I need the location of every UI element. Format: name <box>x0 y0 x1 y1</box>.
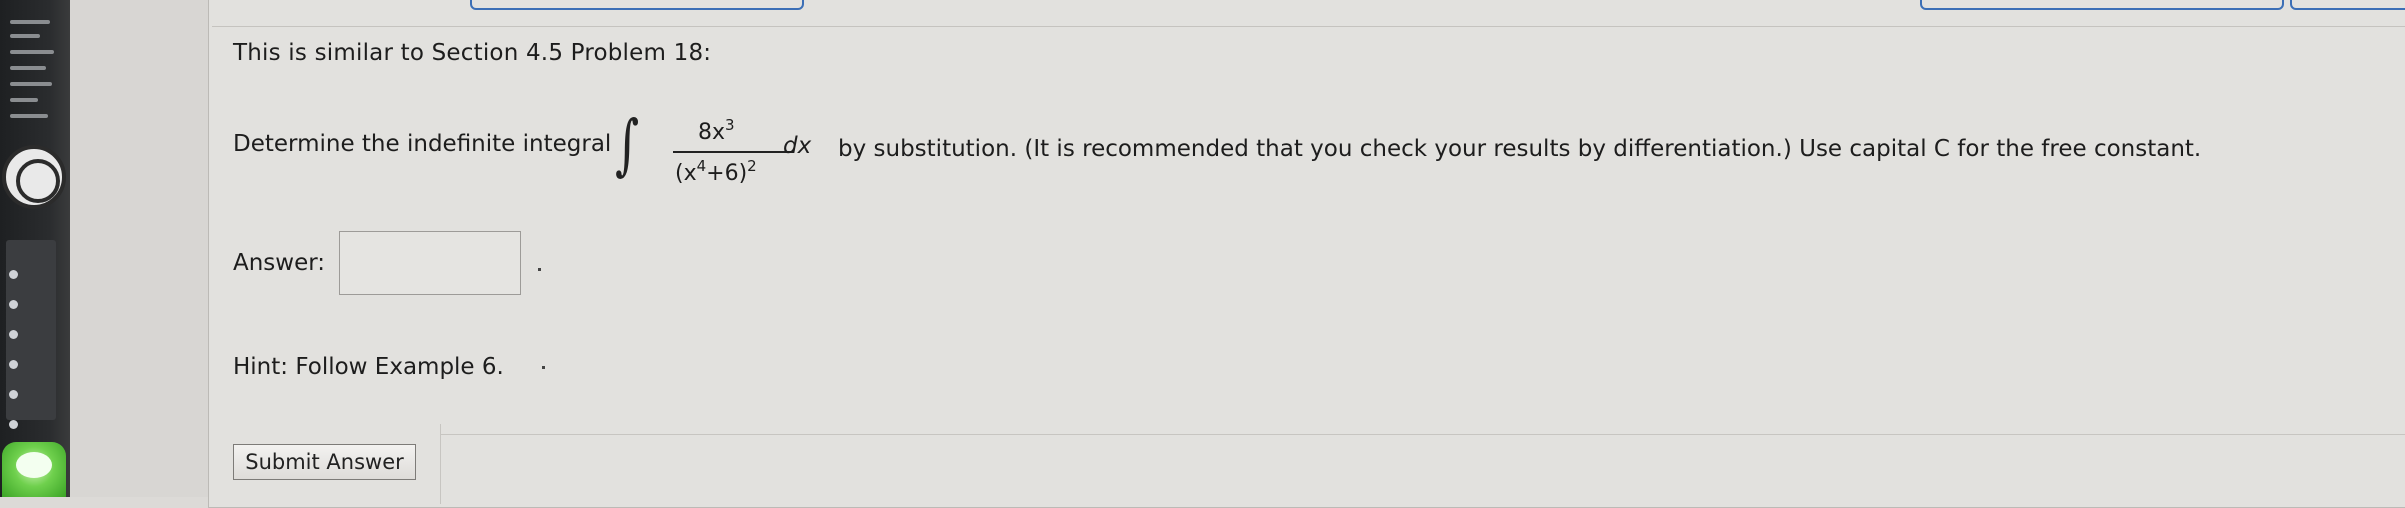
question-prompt-prefix: Determine the indefinite integral <box>233 131 612 157</box>
contact-avatar-icon[interactable] <box>9 300 18 309</box>
page-gutter <box>70 0 210 497</box>
integral-numerator: 8x3 <box>698 116 735 145</box>
integral-denominator: (x4+6)2 <box>675 157 757 186</box>
top-tab[interactable] <box>2290 0 2405 10</box>
contact-avatar-icon[interactable] <box>9 360 18 369</box>
dock-line <box>10 34 40 38</box>
contact-avatar-icon[interactable] <box>9 420 18 429</box>
integral-sign-icon: ∫ <box>615 106 640 183</box>
messages-app-icon[interactable] <box>2 442 66 497</box>
question-prompt-suffix: by substitution. (It is recommended that… <box>838 136 2202 162</box>
answer-label: Answer: <box>233 250 326 276</box>
question-card <box>208 0 2405 508</box>
contact-avatar-icon[interactable] <box>9 390 18 399</box>
side-dock <box>0 0 70 497</box>
integral-differential: dx <box>783 133 812 159</box>
contact-avatar-icon[interactable] <box>9 330 18 339</box>
submit-answer-button[interactable]: Submit Answer <box>233 444 416 480</box>
form-divider-vertical <box>440 424 441 504</box>
header-divider <box>212 26 2405 27</box>
hint-dot <box>542 366 545 369</box>
fraction-bar <box>673 151 793 153</box>
hint-text: Hint: Follow Example 6. <box>233 354 504 380</box>
answer-trailing-period <box>538 268 541 271</box>
contact-avatar-icon[interactable] <box>9 270 18 279</box>
dock-line <box>10 66 46 70</box>
top-tab[interactable] <box>1920 0 2284 10</box>
dock-line <box>10 20 50 24</box>
answer-input[interactable] <box>339 231 521 295</box>
dock-line <box>10 50 54 54</box>
app-circle-icon[interactable] <box>2 145 66 209</box>
dock-line <box>10 114 48 118</box>
dock-line <box>10 98 38 102</box>
question-title: This is similar to Section 4.5 Problem 1… <box>233 40 712 66</box>
dock-line <box>10 82 52 86</box>
top-tab[interactable] <box>470 0 804 10</box>
form-divider <box>440 434 2405 435</box>
